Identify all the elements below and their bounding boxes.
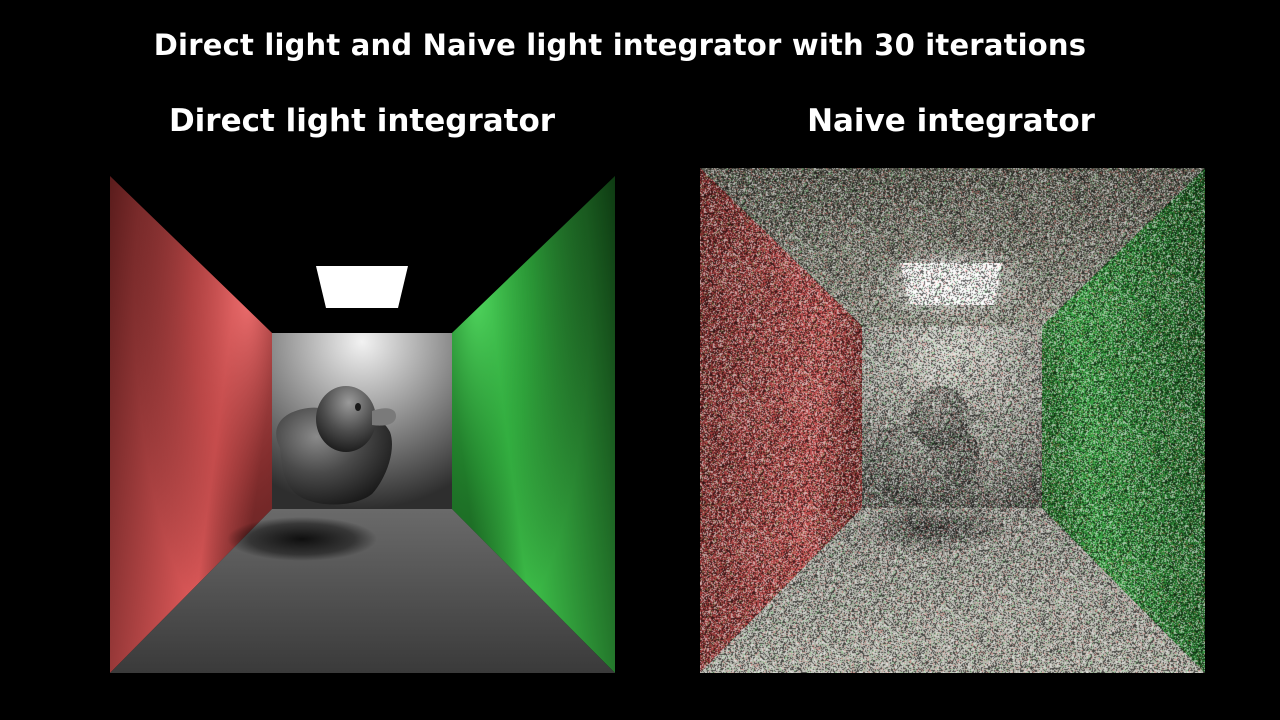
direct-light-caption: Direct light integrator [168, 103, 556, 139]
cornell-box-naive [700, 168, 1205, 673]
naive-integrator-caption: Naive integrator [807, 103, 1095, 139]
direct-light-render [110, 176, 615, 673]
cornell-box-direct [110, 176, 615, 673]
slide-title: Direct light and Naive light integrator … [153, 28, 1087, 62]
duck-shadow [227, 517, 377, 561]
naive-integrator-render [700, 168, 1205, 673]
area-light [900, 263, 1002, 305]
area-light [316, 266, 408, 308]
duck-shadow [852, 504, 1012, 552]
